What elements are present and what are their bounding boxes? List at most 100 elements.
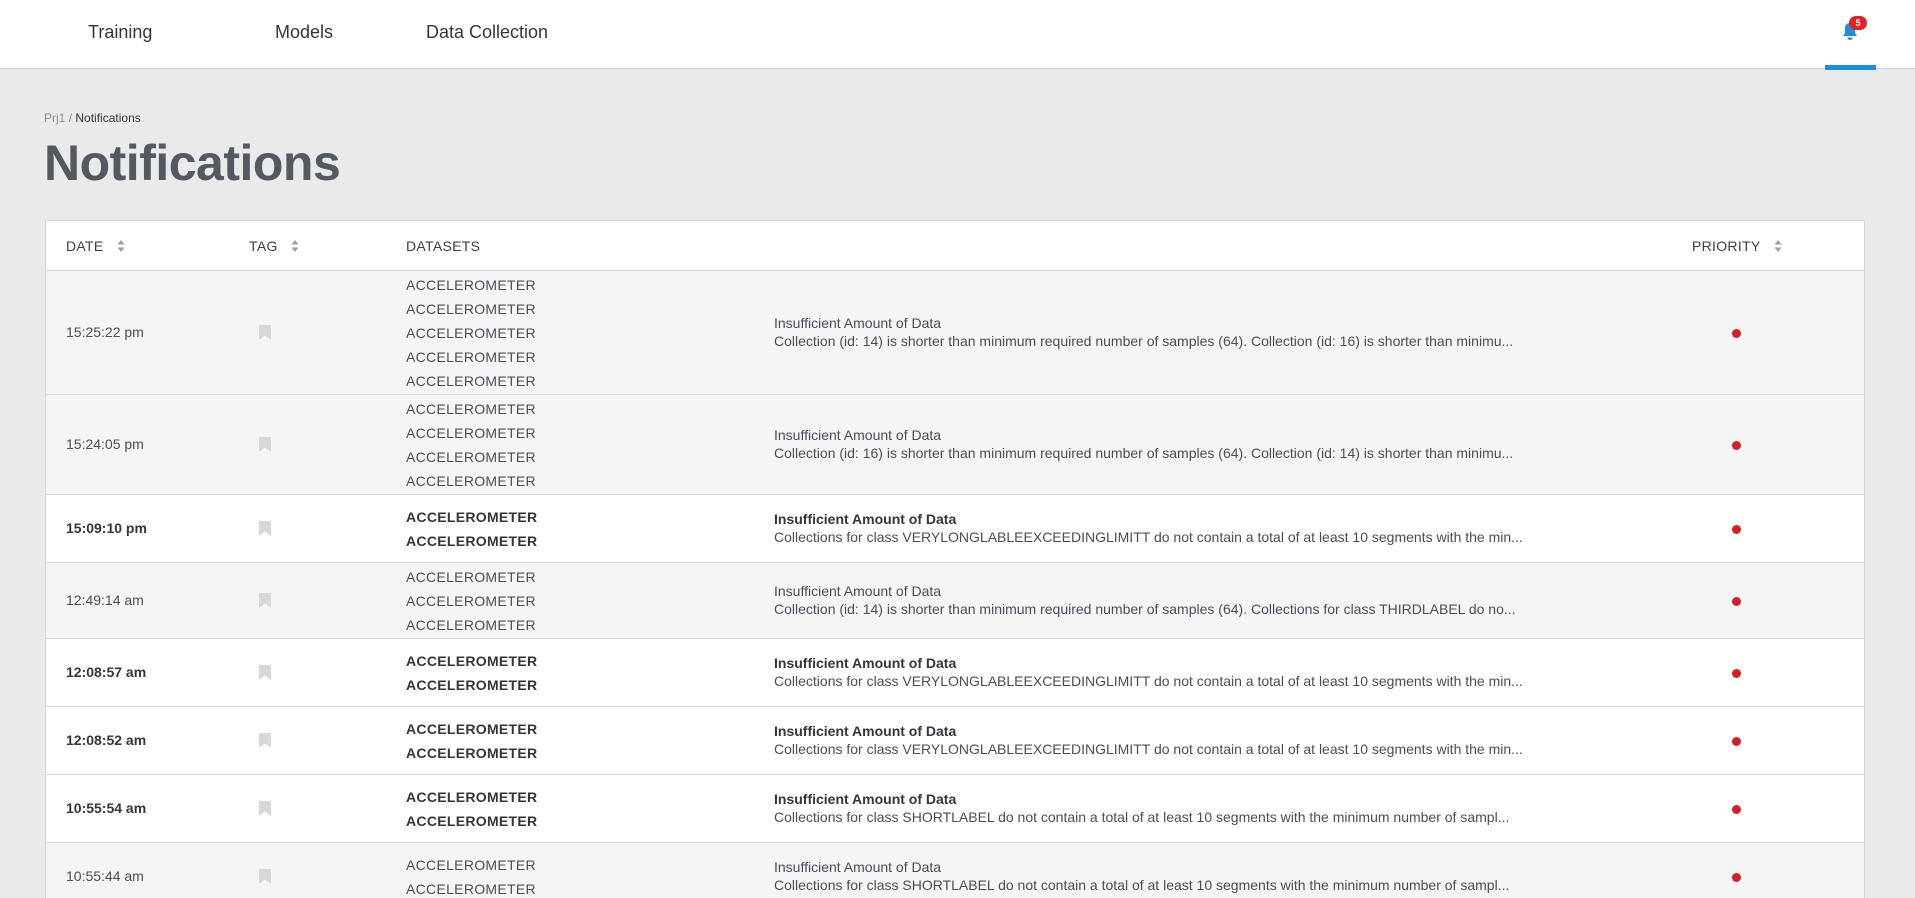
table-row[interactable]: 10:55:44 am ACCELEROMETER ACCELEROMETER Ins… xyxy=(46,843,1864,898)
priority-indicator xyxy=(1732,737,1741,746)
priority-indicator xyxy=(1732,805,1741,814)
row-datasets: ACCELEROMETER ACCELEROMETER xyxy=(406,853,536,898)
row-datasets: ACCELEROMETER ACCELEROMETER xyxy=(406,717,537,765)
bookmark-icon[interactable] xyxy=(258,592,272,609)
dataset-item: ACCELEROMETER xyxy=(406,325,536,341)
priority-indicator xyxy=(1732,669,1741,678)
message-title: Insufficient Amount of Data xyxy=(774,791,957,807)
column-header-date-label: DATE xyxy=(66,238,104,254)
page-title: Notifications xyxy=(44,135,341,191)
table-row[interactable]: 12:49:14 am ACCELEROMETER ACCELEROMETER ACC… xyxy=(46,563,1864,639)
row-datasets: ACCELEROMETER ACCELEROMETER xyxy=(406,649,537,697)
message-title: Insufficient Amount of Data xyxy=(774,583,942,599)
row-message: Insufficient Amount of Data Collection (i… xyxy=(774,426,1534,462)
top-navigation-bar: Training Models Data Collection 5 xyxy=(0,0,1915,70)
bookmark-icon[interactable] xyxy=(258,664,272,681)
dataset-item: ACCELEROMETER xyxy=(406,425,536,441)
table-row[interactable]: 15:09:10 pm ACCELEROMETER ACCELEROMETER Ins… xyxy=(46,495,1864,563)
message-title: Insufficient Amount of Data xyxy=(774,315,942,331)
bookmark-icon[interactable] xyxy=(258,868,272,885)
dataset-item: ACCELEROMETER xyxy=(406,593,536,609)
bookmark-icon[interactable] xyxy=(258,436,272,453)
breadcrumb-current: Notifications xyxy=(75,111,141,125)
row-date: 10:55:44 am xyxy=(66,868,144,884)
priority-indicator xyxy=(1732,329,1741,338)
row-message: Insufficient Amount of Data Collections f… xyxy=(774,858,1534,894)
bookmark-icon[interactable] xyxy=(258,732,272,749)
row-date: 12:08:57 am xyxy=(66,664,147,680)
message-text: Collections for class VERYLONGLABLEEXCEE… xyxy=(774,673,1523,689)
message-title: Insufficient Amount of Data xyxy=(774,427,942,443)
nav-data-collection[interactable]: Data Collection xyxy=(426,22,548,43)
message-title: Insufficient Amount of Data xyxy=(774,859,942,875)
dataset-item: ACCELEROMETER xyxy=(406,745,538,761)
dataset-item: ACCELEROMETER xyxy=(406,617,536,633)
dataset-item: ACCELEROMETER xyxy=(406,677,538,693)
dataset-item: ACCELEROMETER xyxy=(406,473,536,489)
bookmark-icon[interactable] xyxy=(258,324,272,341)
column-header-datasets: DATASETS xyxy=(406,238,480,254)
breadcrumb-project[interactable]: Prj1 xyxy=(44,111,65,125)
row-message: Insufficient Amount of Data Collections f… xyxy=(774,510,1534,546)
dataset-item: ACCELEROMETER xyxy=(406,533,538,549)
dataset-item: ACCELEROMETER xyxy=(406,857,536,873)
column-header-priority[interactable]: PRIORITY xyxy=(1692,238,1783,254)
table-row[interactable]: 10:55:54 am ACCELEROMETER ACCELEROMETER Ins… xyxy=(46,775,1864,843)
column-header-tag-label: TAG xyxy=(249,238,278,254)
row-datasets: ACCELEROMETER ACCELEROMETER ACCELEROMETER xyxy=(406,565,536,637)
table-row[interactable]: 15:24:05 pm ACCELEROMETER ACCELEROMETER ACC… xyxy=(46,395,1864,495)
column-header-date[interactable]: DATE xyxy=(66,238,126,254)
bookmark-icon[interactable] xyxy=(258,800,272,817)
table-header: DATE TAG DATASETS PRIORITY xyxy=(46,221,1864,271)
notifications-button[interactable]: 5 xyxy=(1825,0,1876,70)
message-title: Insufficient Amount of Data xyxy=(774,723,957,739)
dataset-item: ACCELEROMETER xyxy=(406,721,538,737)
row-date: 12:49:14 am xyxy=(66,592,144,608)
message-text: Collections for class SHORTLABEL do not … xyxy=(774,809,1510,825)
row-datasets: ACCELEROMETER ACCELEROMETER xyxy=(406,785,537,833)
row-date: 10:55:54 am xyxy=(66,800,147,816)
table-row[interactable]: 15:25:22 pm ACCELEROMETER ACCELEROMETER ACC… xyxy=(46,271,1864,395)
row-message: Insufficient Amount of Data Collections f… xyxy=(774,790,1534,826)
column-header-tag[interactable]: TAG xyxy=(249,238,300,254)
active-indicator xyxy=(1825,65,1876,70)
message-text: Collections for class VERYLONGLABLEEXCEE… xyxy=(774,741,1523,757)
dataset-item: ACCELEROMETER xyxy=(406,373,536,389)
bookmark-icon[interactable] xyxy=(258,520,272,537)
dataset-item: ACCELEROMETER xyxy=(406,349,536,365)
dataset-item: ACCELEROMETER xyxy=(406,789,538,805)
table-body: 15:25:22 pm ACCELEROMETER ACCELEROMETER ACC… xyxy=(46,271,1864,898)
row-date: 15:09:10 pm xyxy=(66,520,147,536)
table-row[interactable]: 12:08:57 am ACCELEROMETER ACCELEROMETER Ins… xyxy=(46,639,1864,707)
dataset-item: ACCELEROMETER xyxy=(406,813,538,829)
notification-count-badge: 5 xyxy=(1849,16,1867,30)
table-row[interactable]: 12:08:52 am ACCELEROMETER ACCELEROMETER Ins… xyxy=(46,707,1864,775)
row-datasets: ACCELEROMETER ACCELEROMETER xyxy=(406,505,537,553)
notifications-table: DATE TAG DATASETS PRIORITY 15:25:22 pm AC… xyxy=(45,220,1865,898)
column-header-datasets-label: DATASETS xyxy=(406,238,481,254)
priority-indicator xyxy=(1732,597,1741,606)
row-message: Insufficient Amount of Data Collections f… xyxy=(774,654,1534,690)
row-message: Insufficient Amount of Data Collections f… xyxy=(774,722,1534,758)
dataset-item: ACCELEROMETER xyxy=(406,301,536,317)
priority-indicator xyxy=(1732,441,1741,450)
message-title: Insufficient Amount of Data xyxy=(774,511,957,527)
message-text: Collections for class VERYLONGLABLEEXCEE… xyxy=(774,529,1523,545)
breadcrumb-separator: / xyxy=(68,111,73,125)
sort-icon xyxy=(1774,240,1782,253)
dataset-item: ACCELEROMETER xyxy=(406,509,538,525)
dataset-item: ACCELEROMETER xyxy=(406,277,536,293)
nav-models[interactable]: Models xyxy=(275,22,333,43)
row-datasets: ACCELEROMETER ACCELEROMETER ACCELEROMETER A… xyxy=(406,273,536,393)
row-date: 15:24:05 pm xyxy=(66,436,144,452)
dataset-item: ACCELEROMETER xyxy=(406,653,538,669)
breadcrumb: Prj1 / Notifications xyxy=(44,111,141,125)
nav-training[interactable]: Training xyxy=(88,22,152,43)
dataset-item: ACCELEROMETER xyxy=(406,401,536,417)
sort-icon xyxy=(117,240,124,253)
dataset-item: ACCELEROMETER xyxy=(406,449,536,465)
column-header-priority-label: PRIORITY xyxy=(1692,238,1761,254)
sort-icon xyxy=(291,240,299,253)
row-date: 12:08:52 am xyxy=(66,732,147,748)
message-text: Collections for class SHORTLABEL do not … xyxy=(774,877,1510,893)
